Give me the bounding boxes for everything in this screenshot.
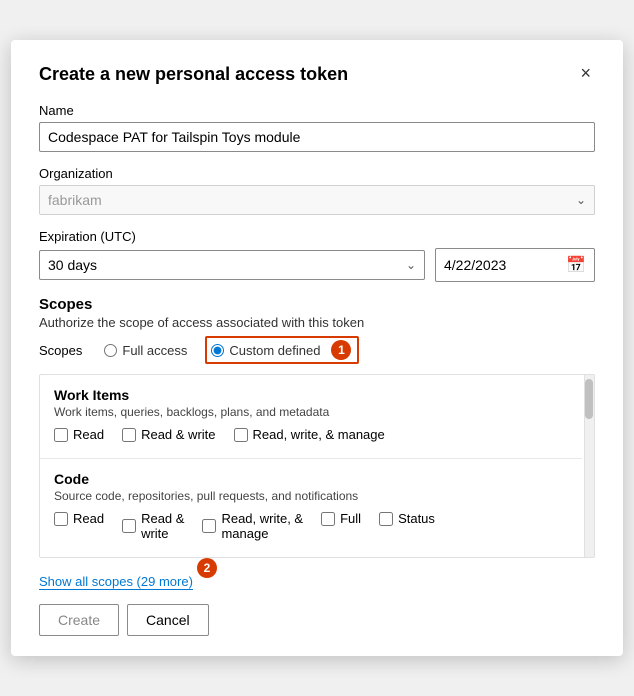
code-manage-label: Read, write, &manage <box>221 511 303 541</box>
work-items-readwrite-option[interactable]: Read & write <box>122 427 215 442</box>
org-chevron-icon: ⌄ <box>576 193 586 207</box>
expiry-chevron-icon: ⌄ <box>406 258 416 272</box>
expiry-value: 30 days <box>48 257 97 273</box>
scroll-thumb[interactable] <box>585 379 593 419</box>
expiry-date-field[interactable]: 4/22/2023 📅 <box>435 248 595 282</box>
scopes-section: Scopes Authorize the scope of access ass… <box>39 296 595 364</box>
work-items-manage-option[interactable]: Read, write, & manage <box>234 427 385 442</box>
full-access-label: Full access <box>122 343 187 358</box>
work-items-read-checkbox[interactable] <box>54 428 68 442</box>
close-button[interactable]: × <box>576 64 595 82</box>
show-all-link[interactable]: Show all scopes (29 more) <box>39 574 193 590</box>
code-full-label: Full <box>340 511 361 526</box>
expiry-select[interactable]: 30 days ⌄ <box>39 250 425 280</box>
scopes-radio-row: Scopes Full access Custom defined 1 <box>39 336 595 364</box>
show-all-row: Show all scopes (29 more) 2 <box>39 566 595 590</box>
org-select[interactable]: fabrikam ⌄ <box>39 185 595 215</box>
code-status-option[interactable]: Status <box>379 511 435 526</box>
code-full-checkbox[interactable] <box>321 512 335 526</box>
cancel-button[interactable]: Cancel <box>127 604 209 636</box>
work-items-manage-checkbox[interactable] <box>234 428 248 442</box>
code-read-checkbox[interactable] <box>54 512 68 526</box>
scroll-content: Work Items Work items, queries, backlogs… <box>40 375 594 557</box>
code-manage-checkbox[interactable] <box>202 519 216 533</box>
custom-defined-label: Custom defined <box>229 343 320 358</box>
org-value: fabrikam <box>48 192 102 208</box>
name-field-group: Name <box>39 103 595 152</box>
code-readwrite-option[interactable]: Read &write <box>122 511 184 541</box>
code-read-option[interactable]: Read <box>54 511 104 526</box>
expiry-label: Expiration (UTC) <box>39 229 595 244</box>
scrollbar[interactable] <box>584 375 594 557</box>
badge-1: 1 <box>331 340 351 360</box>
code-full-option[interactable]: Full <box>321 511 361 526</box>
work-items-manage-label: Read, write, & manage <box>253 427 385 442</box>
dialog-header: Create a new personal access token × <box>39 64 595 85</box>
scopes-desc: Authorize the scope of access associated… <box>39 315 595 330</box>
actions-row: Create Cancel <box>39 604 595 636</box>
scopes-scroll-area[interactable]: Work Items Work items, queries, backlogs… <box>39 374 595 558</box>
code-manage-option[interactable]: Read, write, &manage <box>202 511 303 541</box>
work-items-scope: Work Items Work items, queries, backlogs… <box>40 375 582 459</box>
code-checkbox-row: Read Read &write Read, write, &manage Fu… <box>54 511 568 545</box>
code-desc: Source code, repositories, pull requests… <box>54 489 568 503</box>
badge-2: 2 <box>197 558 217 578</box>
create-token-dialog: Create a new personal access token × Nam… <box>11 40 623 656</box>
expiry-date-value: 4/22/2023 <box>444 257 506 273</box>
work-items-desc: Work items, queries, backlogs, plans, an… <box>54 405 568 419</box>
scopes-title: Scopes <box>39 296 595 313</box>
org-field-group: Organization fabrikam ⌄ <box>39 166 595 215</box>
dialog-title: Create a new personal access token <box>39 64 348 85</box>
expiry-row: 30 days ⌄ 4/22/2023 📅 <box>39 248 595 282</box>
work-items-read-option[interactable]: Read <box>54 427 104 442</box>
code-readwrite-label: Read &write <box>141 511 184 541</box>
full-access-option[interactable]: Full access <box>104 343 187 358</box>
name-input[interactable] <box>39 122 595 152</box>
code-status-label: Status <box>398 511 435 526</box>
work-items-checkbox-row: Read Read & write Read, write, & manage <box>54 427 568 446</box>
expiry-field-group: Expiration (UTC) 30 days ⌄ 4/22/2023 📅 <box>39 229 595 282</box>
code-read-label: Read <box>73 511 104 526</box>
create-button[interactable]: Create <box>39 604 119 636</box>
code-status-checkbox[interactable] <box>379 512 393 526</box>
full-access-radio[interactable] <box>104 344 117 357</box>
custom-defined-radio[interactable] <box>211 344 224 357</box>
code-scope: Code Source code, repositories, pull req… <box>40 459 582 557</box>
work-items-read-label: Read <box>73 427 104 442</box>
custom-defined-option[interactable]: Custom defined 1 <box>205 336 359 364</box>
scopes-label: Scopes <box>39 343 82 358</box>
calendar-icon: 📅 <box>566 255 586 275</box>
name-label: Name <box>39 103 595 118</box>
org-label: Organization <box>39 166 595 181</box>
work-items-title: Work Items <box>54 387 568 403</box>
code-readwrite-checkbox[interactable] <box>122 519 136 533</box>
work-items-readwrite-label: Read & write <box>141 427 215 442</box>
work-items-readwrite-checkbox[interactable] <box>122 428 136 442</box>
code-title: Code <box>54 471 568 487</box>
